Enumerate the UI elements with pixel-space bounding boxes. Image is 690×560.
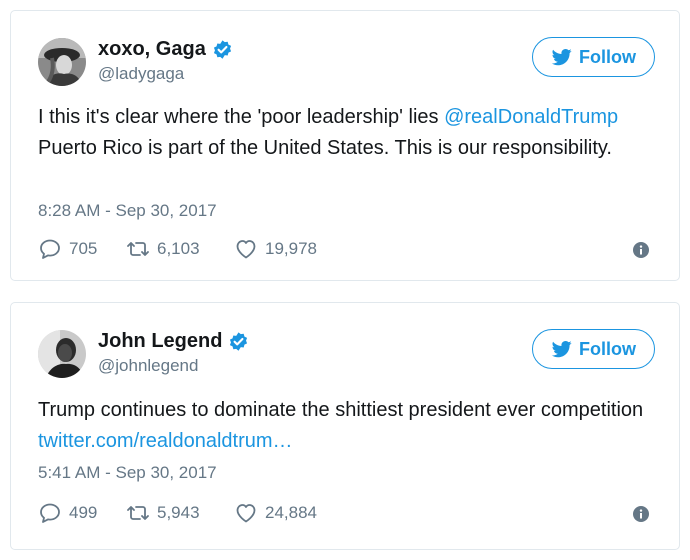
tweet-timestamp[interactable]: 8:28 AM - Sep 30, 2017 [38, 201, 217, 221]
follow-button[interactable]: Follow [532, 329, 655, 369]
reply-action[interactable]: 705 [38, 237, 97, 261]
display-name-text[interactable]: John Legend [98, 329, 222, 353]
follow-button-label: Follow [579, 46, 636, 67]
reply-action[interactable]: 499 [38, 501, 97, 525]
tweet-text-part: Puerto Rico is part of the United States… [38, 137, 612, 159]
follow-button-label: Follow [579, 338, 636, 359]
reply-count: 705 [69, 239, 98, 258]
verified-badge-icon [228, 331, 249, 352]
author-names: John Legend @johnlegend [98, 329, 249, 377]
tweet-header: xoxo, Gaga @ladygaga Follow [38, 36, 655, 88]
retweet-count: 5,943 [157, 503, 200, 522]
avatar[interactable] [38, 330, 86, 378]
avatar[interactable] [38, 38, 86, 86]
retweet-action[interactable]: 5,943 [126, 501, 200, 525]
info-icon[interactable] [633, 506, 649, 522]
verified-badge-icon [212, 39, 233, 60]
like-action[interactable]: 19,978 [234, 237, 317, 261]
tweet-actions: 705 6,103 19,978 [38, 237, 649, 261]
tweet-card[interactable]: John Legend @johnlegend Follow Trump con… [10, 302, 680, 550]
user-handle[interactable]: @ladygaga [98, 63, 233, 85]
reply-count: 499 [69, 503, 98, 522]
follow-button[interactable]: Follow [532, 37, 655, 77]
tweet-header: John Legend @johnlegend Follow [38, 328, 655, 380]
tweet-text: Trump continues to dominate the shitties… [38, 395, 649, 457]
tweet-card[interactable]: xoxo, Gaga @ladygaga Follow I this it's … [10, 10, 680, 281]
like-count: 24,884 [265, 503, 317, 522]
tweet-link[interactable]: twitter.com/realdonaldtrum… [38, 430, 293, 452]
tweet-text: I this it's clear where the 'poor leader… [38, 102, 649, 164]
retweet-count: 6,103 [157, 239, 200, 258]
display-name-text[interactable]: xoxo, Gaga [98, 37, 206, 61]
twitter-bird-icon [551, 47, 573, 67]
like-action[interactable]: 24,884 [234, 501, 317, 525]
tweet-timestamp[interactable]: 5:41 AM - Sep 30, 2017 [38, 463, 217, 483]
info-icon[interactable] [633, 242, 649, 258]
twitter-bird-icon [551, 339, 573, 359]
author-names: xoxo, Gaga @ladygaga [98, 37, 233, 85]
retweet-icon [126, 501, 150, 525]
retweet-icon [126, 237, 150, 261]
display-name[interactable]: xoxo, Gaga [98, 37, 233, 61]
like-count: 19,978 [265, 239, 317, 258]
reply-bubble-icon [38, 237, 62, 261]
user-handle[interactable]: @johnlegend [98, 355, 249, 377]
reply-bubble-icon [38, 501, 62, 525]
heart-icon [234, 501, 258, 525]
tweet-text-part: I this it's clear where the 'poor leader… [38, 106, 445, 128]
tweet-text-part: Trump continues to dominate the shitties… [38, 399, 644, 421]
tweet-actions: 499 5,943 24,884 [38, 501, 649, 525]
display-name[interactable]: John Legend [98, 329, 249, 353]
retweet-action[interactable]: 6,103 [126, 237, 200, 261]
mention-link[interactable]: @realDonaldTrump [444, 106, 618, 128]
heart-icon [234, 237, 258, 261]
